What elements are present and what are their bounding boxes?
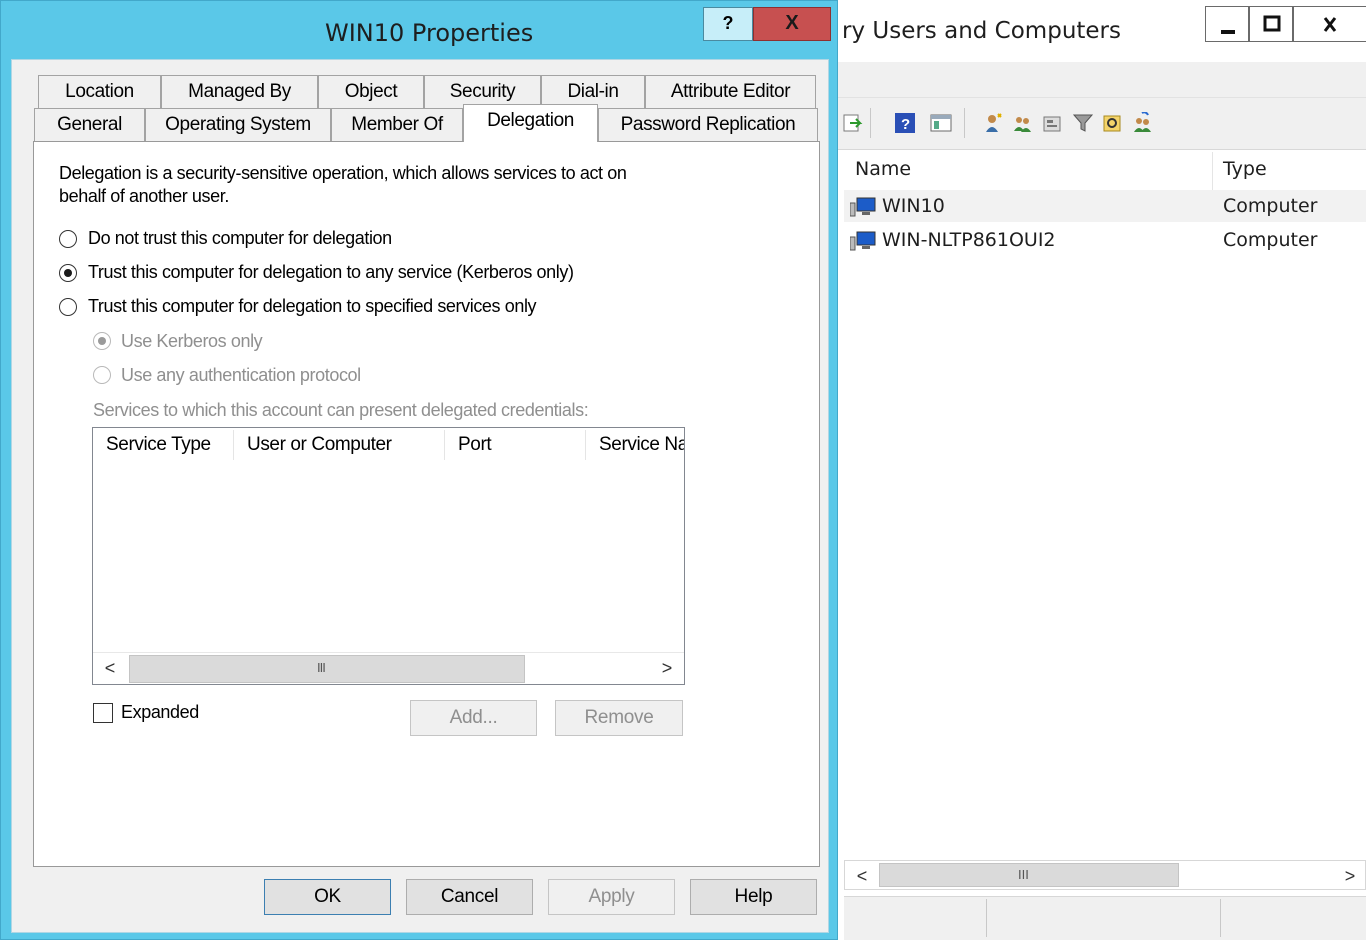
tab-delegation[interactable]: Delegation — [463, 104, 598, 142]
expanded-label[interactable]: Expanded — [121, 702, 199, 723]
radio-kerberos-only[interactable] — [93, 332, 111, 350]
aduc-window-title: ry Users and Computers — [842, 18, 1121, 44]
expanded-checkbox[interactable] — [93, 703, 113, 723]
radio-selected-dot — [64, 269, 72, 277]
any-auth-protocol-label[interactable]: Use any authentication protocol — [121, 365, 361, 386]
filter-icon[interactable] — [1072, 112, 1094, 134]
kerberos-only-label[interactable]: Use Kerberos only — [121, 331, 263, 352]
dialog-title-bar[interactable]: WIN10 Properties ? X — [1, 1, 837, 59]
tab-member-of[interactable]: Member Of — [331, 108, 463, 141]
column-header-service-type[interactable]: Service Type — [93, 428, 233, 462]
column-divider[interactable] — [1212, 152, 1213, 192]
services-label: Services to which this account can prese… — [93, 400, 589, 420]
add-button[interactable]: Add... — [410, 700, 537, 736]
cancel-button[interactable]: Cancel — [406, 879, 533, 915]
tab-managed-by[interactable]: Managed By — [161, 75, 318, 108]
close-icon — [1323, 17, 1337, 32]
tab-object[interactable]: Object — [318, 75, 424, 108]
computer-icon — [850, 231, 876, 251]
column-header-service-name[interactable]: Service Name — [586, 428, 684, 462]
scroll-right-arrow-icon[interactable]: > — [650, 653, 684, 685]
list-item[interactable]: WIN-NLTP861OUI2 Computer — [844, 224, 1366, 256]
apply-button[interactable]: Apply — [548, 879, 675, 915]
aduc-menu-bar — [836, 62, 1366, 98]
aduc-object-list: Name Type WIN10 Computer WIN-NLTP861OUI2… — [844, 150, 1366, 860]
new-group-icon[interactable] — [1012, 112, 1034, 134]
column-header-name[interactable]: Name — [855, 158, 911, 194]
tab-password-replication[interactable]: Password Replication — [598, 108, 818, 141]
delegation-description-line2: behalf of another user. — [59, 186, 229, 206]
column-header-type[interactable]: Type — [1223, 158, 1267, 194]
tab-general[interactable]: General — [34, 108, 145, 141]
dialog-close-button[interactable]: X — [753, 7, 831, 41]
scroll-thumb[interactable]: III — [879, 863, 1179, 887]
radio-trust-any-service[interactable] — [59, 264, 77, 282]
scroll-grip: III — [1018, 867, 1029, 882]
find-icon[interactable] — [1102, 112, 1124, 134]
svg-text:?: ? — [901, 116, 910, 133]
dialog-title: WIN10 Properties — [325, 19, 534, 47]
no-trust-label[interactable]: Do not trust this computer for delegatio… — [88, 228, 392, 249]
radio-any-auth-protocol[interactable] — [93, 366, 111, 384]
object-name: WIN-NLTP861OUI2 — [882, 229, 1056, 251]
trust-any-service-label[interactable]: Trust this computer for delegation to an… — [88, 262, 574, 283]
list-item[interactable]: WIN10 Computer — [844, 190, 1366, 222]
object-name: WIN10 — [882, 195, 945, 217]
maximize-icon — [1263, 15, 1281, 32]
object-type: Computer — [1223, 229, 1318, 251]
radio-selected-dot — [98, 337, 106, 345]
aduc-title-bar: ry Users and Computers — [836, 0, 1366, 62]
scroll-right-arrow-icon[interactable]: > — [1333, 861, 1366, 893]
services-horizontal-scrollbar[interactable]: < III > — [93, 652, 684, 684]
trust-specified-services-label[interactable]: Trust this computer for delegation to sp… — [88, 296, 537, 317]
add-to-group-icon[interactable] — [1132, 112, 1154, 134]
context-help-button[interactable]: ? — [703, 7, 753, 41]
maximize-button[interactable] — [1249, 6, 1293, 42]
aduc-close-button[interactable] — [1293, 6, 1366, 42]
column-header-user-or-computer[interactable]: User or Computer — [234, 428, 444, 462]
minimize-icon — [1221, 30, 1235, 34]
show-console-tree-icon[interactable] — [930, 112, 952, 134]
computer-icon — [850, 197, 876, 217]
help-icon[interactable]: ? — [894, 112, 916, 134]
aduc-status-bar — [844, 896, 1366, 940]
scroll-left-arrow-icon[interactable]: < — [93, 653, 127, 685]
ok-button[interactable]: OK — [264, 879, 391, 915]
scroll-thumb[interactable]: III — [129, 655, 525, 683]
aduc-horizontal-scrollbar[interactable]: < III > — [844, 860, 1366, 890]
aduc-toolbar: ? — [836, 98, 1366, 150]
radio-trust-specified-services[interactable] — [59, 298, 77, 316]
help-button[interactable]: Help — [690, 879, 817, 915]
object-type: Computer — [1223, 195, 1318, 217]
minimize-button[interactable] — [1205, 6, 1249, 42]
radio-no-trust[interactable] — [59, 230, 77, 248]
scroll-left-arrow-icon[interactable]: < — [845, 861, 879, 893]
aduc-window: ry Users and Computers ? Name Type WIN10 — [836, 0, 1366, 940]
tab-attribute-editor[interactable]: Attribute Editor — [645, 75, 816, 108]
tab-location[interactable]: Location — [38, 75, 161, 108]
new-user-icon[interactable] — [982, 112, 1004, 134]
scroll-grip: III — [317, 660, 326, 675]
column-header-port[interactable]: Port — [445, 428, 585, 462]
new-ou-icon[interactable] — [1042, 112, 1064, 134]
tab-operating-system[interactable]: Operating System — [145, 108, 331, 141]
refresh-icon[interactable] — [842, 112, 864, 134]
remove-button[interactable]: Remove — [555, 700, 683, 736]
delegation-description-line1: Delegation is a security-sensitive opera… — [59, 163, 627, 183]
services-list[interactable]: Service Type User or Computer Port Servi… — [92, 427, 685, 685]
